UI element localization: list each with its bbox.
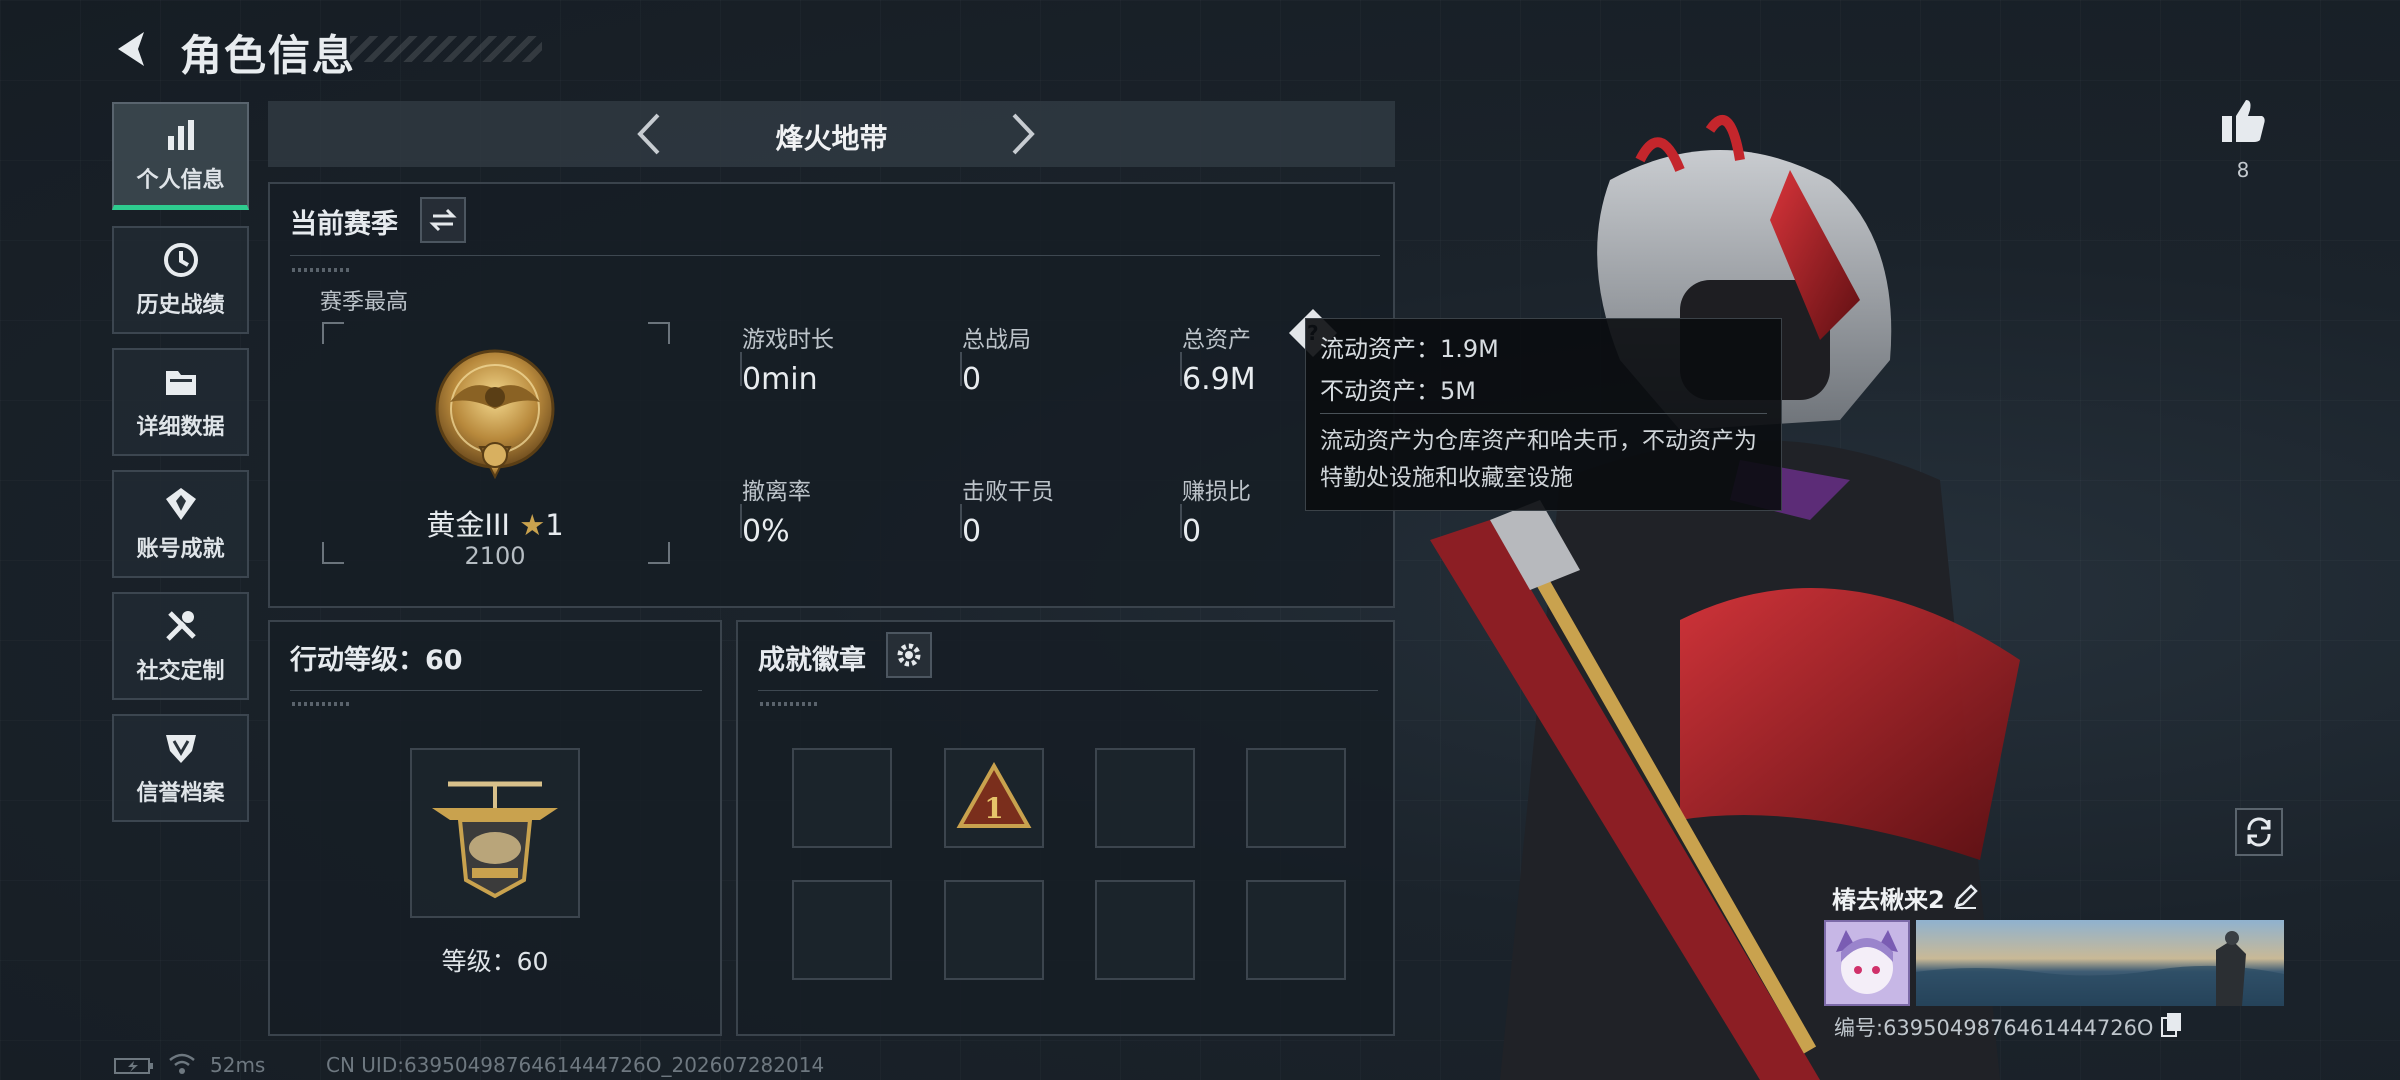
sidebar-item-history[interactable]: 历史战绩 <box>112 226 249 334</box>
section-title: 行动等级：60 <box>290 645 463 676</box>
mode-selector: 烽火地带 <box>268 101 1395 167</box>
badge-settings-button[interactable] <box>886 632 932 678</box>
stat-value: 0 <box>962 514 982 549</box>
helicopter-emblem-icon <box>432 781 558 899</box>
banner-scene <box>1916 931 2284 1006</box>
stat-value: 0 <box>1182 514 1202 549</box>
sidebar-item-label: 账号成就 <box>136 537 225 562</box>
asset-note: 流动资产为仓库资产和哈夫币，不动资产为特勤处设施和收藏室设施 <box>1320 428 1757 491</box>
badge-slot[interactable] <box>1095 880 1195 980</box>
section-title: 成就徽章 <box>758 645 866 676</box>
player-id: 编号:6395049876461444726O <box>1834 1016 2154 1040</box>
action-level-panel: 行动等级：60 等级：60 <box>268 620 722 1036</box>
ping-text: 52ms <box>210 1053 266 1077</box>
sidebar-item-label: 历史战绩 <box>136 293 225 318</box>
battery-icon <box>114 1058 153 1074</box>
stat-label: 撤离率 <box>742 479 811 505</box>
folder-icon <box>165 371 196 395</box>
badge-slot[interactable]: 1 <box>944 748 1044 848</box>
badge-slot[interactable] <box>1246 880 1346 980</box>
liquid-assets: 流动资产：1.9M <box>1320 335 1499 363</box>
rank-emblem-icon <box>435 349 555 480</box>
uid-text: CN UID:6395049876461444726O_202607282014 <box>326 1053 825 1077</box>
sidebar-item-social-custom[interactable]: 社交定制 <box>112 592 249 700</box>
star-icon: ★ <box>519 508 546 542</box>
rank-stars: 1 <box>545 508 564 542</box>
sidebar-item-detailed-data[interactable]: 详细数据 <box>112 348 249 456</box>
frame-corner <box>648 322 670 344</box>
tools-icon <box>165 611 196 641</box>
mode-title: 烽火地带 <box>775 122 888 155</box>
rank-line: 黄金III ★1 <box>270 502 720 544</box>
level-emblem-frame <box>410 748 580 918</box>
stat-label: 总资产 <box>1182 327 1251 353</box>
badge-slot[interactable] <box>1095 748 1195 848</box>
thumbs-up-icon[interactable] <box>2218 96 2268 146</box>
bar-chart-icon <box>167 119 194 150</box>
stat-value: 0% <box>742 514 790 549</box>
stat-label: 赚损比 <box>1182 479 1251 505</box>
rank-score: 2100 <box>464 542 526 570</box>
player-name: 椿去楸来2 <box>1832 886 1945 914</box>
sidebar-item-label: 详细数据 <box>136 415 225 440</box>
sidebar-item-label: 社交定制 <box>136 659 225 684</box>
sidebar-item-label: 信誉档案 <box>136 781 225 806</box>
title-decoration <box>350 36 542 62</box>
next-mode-arrow-icon[interactable] <box>996 109 1046 159</box>
like-count: 8 <box>2236 158 2250 182</box>
rotate-character-button[interactable] <box>2235 808 2283 856</box>
avatar-character-icon <box>1836 930 1898 994</box>
fixed-assets: 不动资产：5M <box>1320 377 1476 405</box>
badge-number: 1 <box>984 792 1003 825</box>
badge-triangle-icon: 1 <box>956 761 1032 828</box>
history-clock-icon <box>163 243 198 277</box>
stat-value: 0 <box>962 362 982 397</box>
badge-slot[interactable] <box>792 880 892 980</box>
sidebar-item-reputation[interactable]: 信誉档案 <box>112 714 249 822</box>
frame-corner <box>322 322 344 344</box>
sidebar-item-achievements[interactable]: 账号成就 <box>112 470 249 578</box>
decoration <box>292 702 352 706</box>
badge-slot[interactable] <box>1246 748 1346 848</box>
copy-icon[interactable] <box>2160 1012 2184 1038</box>
divider <box>758 690 1378 691</box>
refresh-icon <box>2247 817 2271 847</box>
swap-arrows-icon <box>429 208 457 232</box>
back-arrow-icon[interactable] <box>110 26 156 72</box>
achievement-icon <box>165 488 196 520</box>
current-season-panel: 当前赛季 赛季最高 黄金III ★1 2100 游戏时长 0min 总战局 0 <box>268 182 1395 608</box>
edit-pencil-icon[interactable] <box>1952 882 1980 910</box>
stat-label: 总战局 <box>962 327 1031 353</box>
page-title: 角色信息 <box>180 31 357 80</box>
wifi-icon <box>169 1053 195 1074</box>
sidebar-item-label: 个人信息 <box>136 167 225 193</box>
badge-slot[interactable] <box>792 748 892 848</box>
divider <box>290 690 702 691</box>
gear-icon <box>897 643 921 667</box>
section-title: 当前赛季 <box>290 209 398 240</box>
level-text: 等级：60 <box>441 947 549 976</box>
divider <box>290 255 1380 256</box>
badge-slot[interactable] <box>944 880 1044 980</box>
stat-value: 6.9M <box>1182 362 1256 397</box>
divider <box>1320 413 1767 414</box>
avatar[interactable] <box>1824 920 1910 1006</box>
rank-name: 黄金III <box>426 508 510 542</box>
profile-banner[interactable] <box>1916 920 2284 1006</box>
season-best-label: 赛季最高 <box>320 290 409 315</box>
stat-label: 击败干员 <box>962 479 1054 505</box>
switch-season-button[interactable] <box>420 197 466 243</box>
stat-label: 游戏时长 <box>742 327 834 353</box>
stat-value: 0min <box>742 362 818 397</box>
reputation-icon <box>165 735 196 763</box>
decoration <box>292 268 352 272</box>
asset-tooltip: 流动资产：1.9M 不动资产：5M 流动资产为仓库资产和哈夫币，不动资产为特勤处… <box>1305 318 1782 511</box>
achievement-badges-panel: 成就徽章 1 <box>736 620 1395 1036</box>
decoration <box>760 702 820 706</box>
sidebar-item-personal-info[interactable]: 个人信息 <box>112 102 249 210</box>
